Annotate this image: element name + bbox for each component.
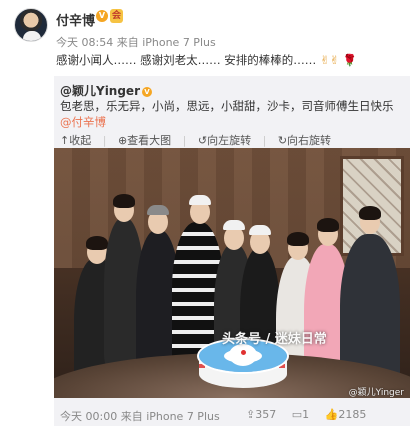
repost-text: 包老思，乐无异，小尚，思远，小甜甜，沙卡，司音师傅生日快乐 [60, 99, 394, 113]
verified-badge-icon: V [142, 86, 152, 97]
repost-count[interactable]: ⇪357 [246, 408, 282, 421]
collapse-button[interactable]: ↑收起 [60, 134, 91, 147]
overlay-watermark: 头条号 / 迷妹日常 [222, 332, 327, 347]
image-toolbar: ↑收起 | ⊕查看大图 | ↺向左旋转 | ↻向右旋转 [60, 134, 332, 147]
photo-watermark: @颖儿Yinger [348, 388, 404, 398]
repost-author-name[interactable]: @颖儿Yinger [60, 84, 140, 98]
comment-count[interactable]: ▭1 [292, 408, 315, 421]
verified-badge-icon: V [96, 10, 108, 22]
like-count[interactable]: 👍2185 [325, 408, 373, 421]
view-large-button[interactable]: ⊕查看大图 [118, 134, 171, 147]
rotate-left-button[interactable]: ↺向左旋转 [198, 134, 251, 147]
mention-link[interactable]: @付辛博 [60, 114, 106, 130]
member-badge-icon: 会 [110, 9, 123, 23]
post-text: 感谢小闻人…… 感谢刘老太…… 安排的棒棒的…… ✌✌ 🌹 [56, 52, 357, 68]
rose-icon: 🌹 [342, 53, 358, 67]
repost-author[interactable]: @颖儿Yinger V [60, 82, 152, 99]
repost-card: @颖儿Yinger V 包老思，乐无异，小尚，思远，小甜甜，沙卡，司音师傅生日快乐… [54, 76, 410, 426]
post-body: 感谢小闻人…… 感谢刘老太…… 安排的棒棒的…… [56, 53, 317, 67]
username[interactable]: 付辛博 [56, 10, 95, 29]
victory-hand-icon: ✌✌ [319, 53, 340, 67]
repost-meta: 今天 00:00 来自 iPhone 7 Plus [60, 410, 220, 423]
rotate-right-button[interactable]: ↻向右旋转 [278, 134, 331, 147]
post-meta: 今天 08:54 来自 iPhone 7 Plus [56, 36, 216, 49]
avatar[interactable] [14, 8, 48, 42]
group-photo[interactable]: @颖儿Yinger [54, 148, 410, 398]
repost-stats: ⇪357 ▭1 👍2185 [246, 408, 378, 421]
